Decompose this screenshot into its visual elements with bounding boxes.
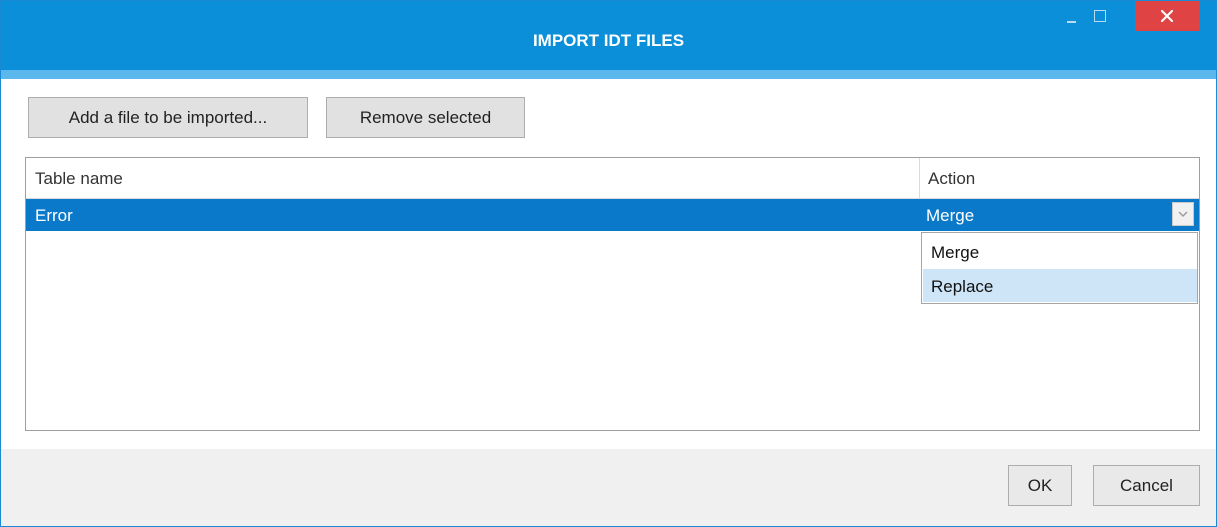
action-dropdown-button[interactable] <box>1172 202 1194 226</box>
import-table: Table name Action Error Merge Merge Repl… <box>25 157 1200 431</box>
table-name-cell: Error <box>35 206 73 225</box>
column-header-table-name[interactable]: Table name <box>26 158 920 198</box>
minimize-icon <box>1067 21 1076 23</box>
import-idt-dialog: IMPORT IDT FILES Add a file to be import… <box>0 0 1217 527</box>
table-row[interactable]: Error Merge <box>26 199 1199 231</box>
title-bar[interactable]: IMPORT IDT FILES <box>1 1 1216 70</box>
dialog-footer: OK Cancel <box>1 449 1216 526</box>
title-accent-strip <box>1 70 1216 79</box>
table-header: Table name Action <box>26 158 1199 199</box>
dropdown-option-merge[interactable]: Merge <box>923 235 1197 268</box>
action-dropdown-list: Merge Replace <box>921 232 1198 304</box>
dropdown-option-replace[interactable]: Replace <box>923 269 1197 302</box>
maximize-icon <box>1094 10 1106 22</box>
ok-button[interactable]: OK <box>1008 465 1072 506</box>
window-title: IMPORT IDT FILES <box>532 31 685 50</box>
minimize-button[interactable] <box>1059 1 1085 31</box>
action-combo-value[interactable]: Merge <box>926 199 974 231</box>
close-icon <box>1161 10 1173 22</box>
cancel-button[interactable]: Cancel <box>1093 465 1200 506</box>
chevron-down-icon <box>1178 211 1188 217</box>
column-header-action[interactable]: Action <box>919 158 1198 198</box>
remove-selected-button[interactable]: Remove selected <box>326 97 525 138</box>
add-file-button[interactable]: Add a file to be imported... <box>28 97 308 138</box>
maximize-button[interactable] <box>1087 1 1113 31</box>
close-button[interactable] <box>1135 1 1200 31</box>
